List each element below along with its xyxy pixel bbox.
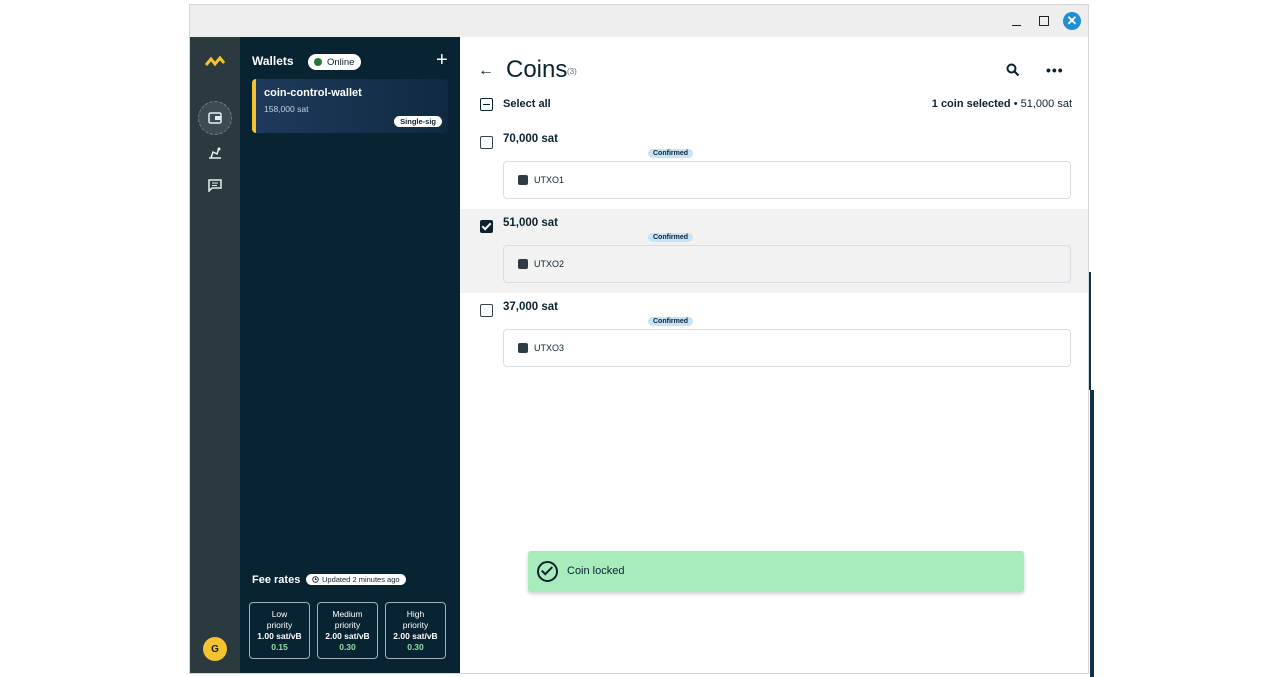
utxo-item[interactable]: UTXO1 bbox=[503, 161, 1071, 199]
utxo-label: UTXO2 bbox=[534, 259, 565, 269]
coin-checkbox[interactable] bbox=[480, 220, 493, 233]
selected-separator: • bbox=[1013, 98, 1018, 110]
utxo-label: UTXO1 bbox=[534, 175, 565, 185]
fee-rates-title: Fee rates bbox=[252, 574, 301, 586]
utxo-label: UTXO3 bbox=[534, 343, 565, 353]
status-label: Online bbox=[327, 56, 355, 68]
coin-amount: 70,000 sat bbox=[503, 133, 558, 145]
fee-level-label: priority bbox=[334, 620, 361, 630]
utxo-item[interactable]: UTXO2 bbox=[503, 245, 1071, 283]
maximize-icon[interactable] bbox=[1030, 5, 1058, 37]
coin-amount: 51,000 sat bbox=[503, 217, 558, 229]
wallet-name: coin-control-wallet bbox=[264, 87, 362, 99]
wallet-type-badge: Single-sig bbox=[394, 116, 442, 127]
broadcast-icon[interactable] bbox=[198, 136, 232, 170]
selected-amount: 51,000 sat bbox=[1020, 98, 1072, 110]
wallets-panel: Wallets Online + coin-control-wallet 158… bbox=[240, 37, 460, 673]
wallet-nav-icon[interactable] bbox=[198, 101, 232, 135]
fee-high[interactable]: High priority 2.00 sat/vB 0.30 bbox=[385, 602, 446, 659]
coin-row[interactable]: 37,000 sat Confirmed UTXO3 bbox=[460, 293, 1088, 377]
background-window-edge bbox=[1090, 390, 1094, 677]
fee-medium[interactable]: Medium priority 2.00 sat/vB 0.30 bbox=[317, 602, 378, 659]
coin-row[interactable]: 51,000 sat Confirmed UTXO2 bbox=[460, 209, 1088, 293]
fee-value: 0.15 bbox=[271, 642, 288, 652]
select-all-checkbox[interactable] bbox=[480, 98, 493, 111]
chat-icon[interactable] bbox=[198, 168, 232, 202]
selected-count: 1 coin selected bbox=[931, 98, 1011, 110]
search-icon[interactable] bbox=[1006, 63, 1020, 77]
check-circle-icon bbox=[537, 561, 558, 582]
fee-value: 0.30 bbox=[339, 642, 356, 652]
fee-level-label: priority bbox=[402, 620, 429, 630]
avatar[interactable]: G bbox=[203, 637, 227, 661]
status-badge: Confirmed bbox=[648, 149, 693, 158]
minimize-icon[interactable] bbox=[1002, 5, 1030, 37]
coin-amount: 37,000 sat bbox=[503, 301, 558, 313]
app-window: ✕ G Wallets Online + coin-control-wallet… bbox=[189, 4, 1089, 674]
fee-value: 0.30 bbox=[407, 642, 424, 652]
utxo-icon bbox=[518, 175, 528, 185]
fee-level-label: priority bbox=[266, 620, 293, 630]
coins-main: ← Coins (3) ••• Select all 1 coin select… bbox=[460, 37, 1088, 673]
toast-notification: Coin locked bbox=[528, 551, 1024, 592]
coin-count: (3) bbox=[567, 67, 577, 76]
fee-rate: 2.00 sat/vB bbox=[393, 631, 438, 641]
clock-icon bbox=[312, 576, 319, 583]
nav-rail: G bbox=[190, 37, 240, 673]
fee-updated-badge: Updated 2 minutes ago bbox=[306, 574, 406, 585]
status-badge: Online bbox=[308, 54, 362, 70]
wallet-card[interactable]: coin-control-wallet 158,000 sat Single-s… bbox=[252, 79, 448, 133]
wallet-balance: 158,000 sat bbox=[264, 104, 309, 114]
utxo-icon bbox=[518, 343, 528, 353]
online-dot-icon bbox=[314, 58, 322, 66]
background-window-edge bbox=[1089, 272, 1091, 390]
status-badge: Confirmed bbox=[648, 233, 693, 242]
fee-level-label: Medium bbox=[332, 609, 363, 619]
fee-rate: 2.00 sat/vB bbox=[325, 631, 370, 641]
utxo-icon bbox=[518, 259, 528, 269]
title-bar: ✕ bbox=[190, 5, 1088, 37]
coin-checkbox[interactable] bbox=[480, 304, 493, 317]
close-icon[interactable]: ✕ bbox=[1058, 5, 1086, 37]
toast-message: Coin locked bbox=[567, 565, 625, 577]
fee-updated-text: Updated 2 minutes ago bbox=[322, 575, 400, 584]
select-all-label[interactable]: Select all bbox=[503, 98, 551, 110]
plus-icon[interactable]: + bbox=[436, 50, 448, 70]
logo-icon bbox=[204, 55, 226, 67]
fee-low[interactable]: Low priority 1.00 sat/vB 0.15 bbox=[249, 602, 310, 659]
back-arrow-icon[interactable]: ← bbox=[478, 62, 494, 80]
fee-level-label: High bbox=[406, 609, 425, 619]
coin-checkbox[interactable] bbox=[480, 136, 493, 149]
fee-rate: 1.00 sat/vB bbox=[257, 631, 302, 641]
fee-level-label: Low bbox=[271, 609, 288, 619]
page-title: Coins bbox=[506, 56, 568, 83]
coin-row[interactable]: 70,000 sat Confirmed UTXO1 bbox=[460, 125, 1088, 209]
status-badge: Confirmed bbox=[648, 317, 693, 326]
wallets-heading: Wallets bbox=[252, 54, 294, 68]
selection-summary: 1 coin selected • 51,000 sat bbox=[932, 98, 1072, 110]
more-options-icon[interactable]: ••• bbox=[1046, 62, 1064, 78]
utxo-item[interactable]: UTXO3 bbox=[503, 329, 1071, 367]
